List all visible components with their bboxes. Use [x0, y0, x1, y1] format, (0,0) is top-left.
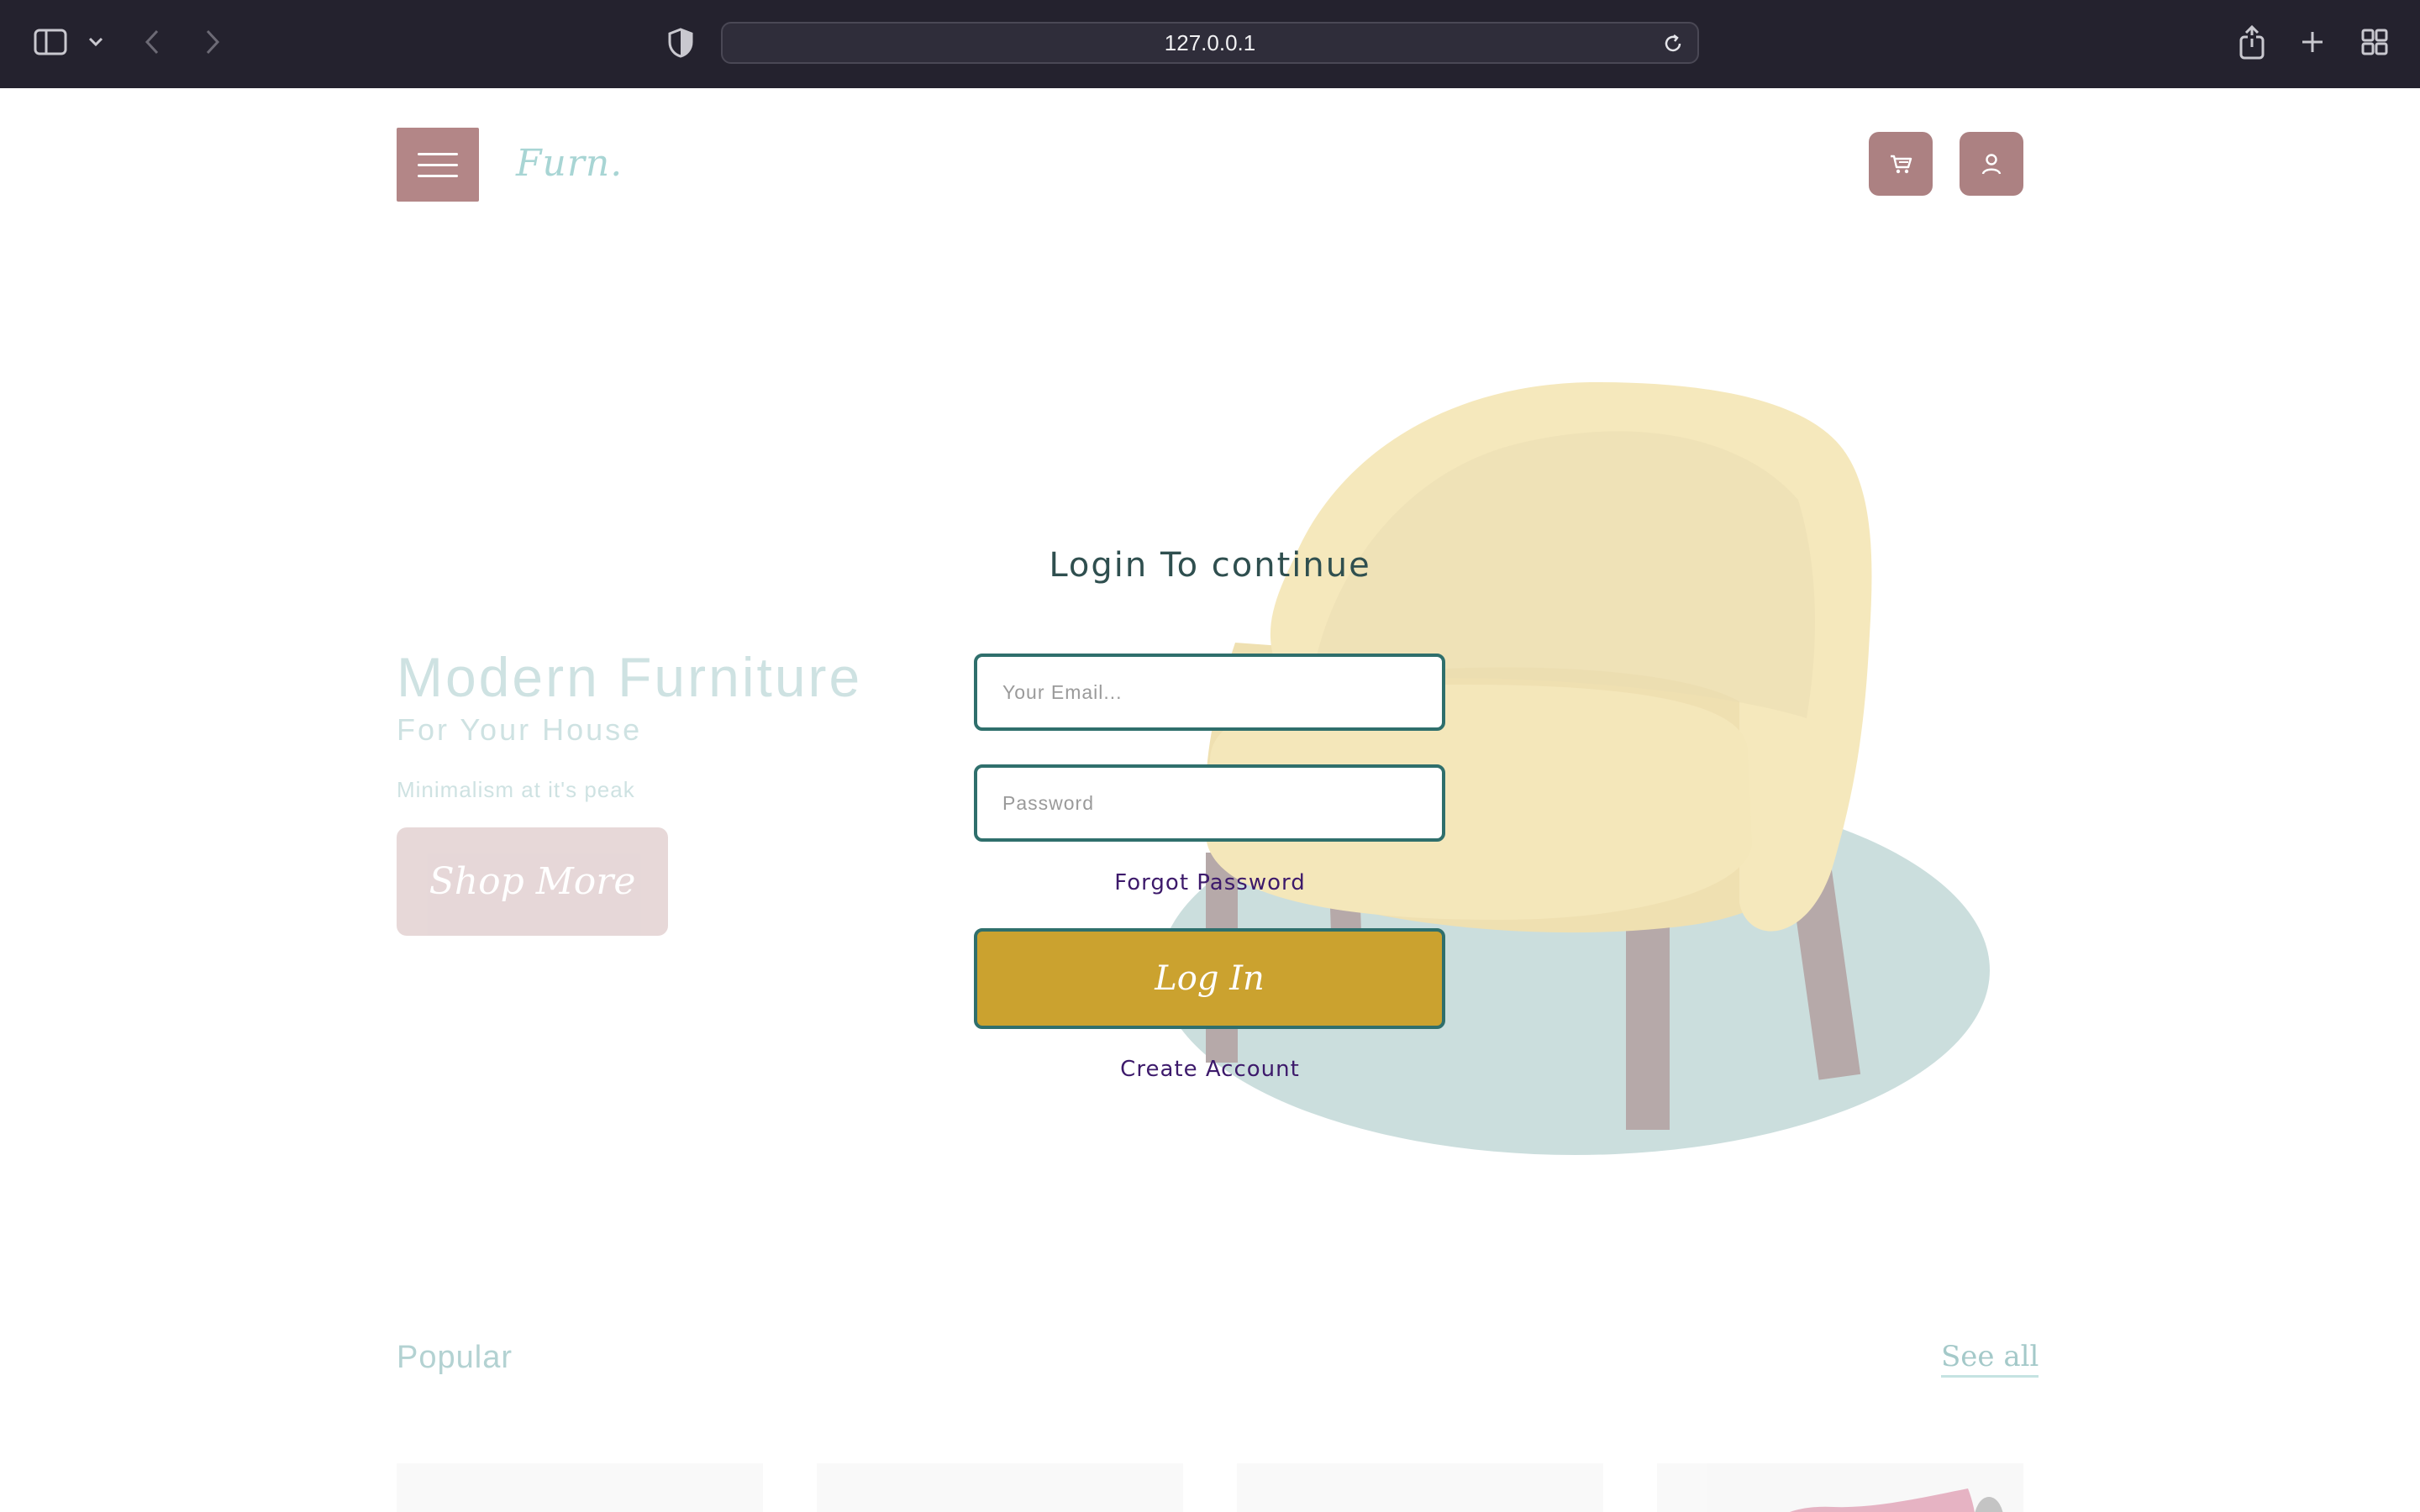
password-input[interactable]	[974, 764, 1445, 842]
email-input[interactable]	[974, 654, 1445, 731]
forgot-password-link[interactable]: Forgot Password	[975, 870, 1445, 895]
shop-more-button[interactable]: Shop More	[397, 827, 668, 936]
site-logo[interactable]: Furn.	[516, 130, 684, 197]
product-thumbnail-shape	[1790, 1488, 2003, 1512]
popular-heading: Popular	[397, 1340, 513, 1375]
privacy-shield-icon[interactable]	[664, 25, 697, 60]
product-card[interactable]	[397, 1463, 763, 1512]
back-arrow-icon[interactable]	[139, 25, 165, 59]
web-page: Furn. Modern Furniture For Your House Mi…	[0, 88, 2420, 1512]
account-button[interactable]	[1960, 132, 2023, 196]
forward-arrow-icon[interactable]	[200, 25, 225, 59]
product-card[interactable]	[817, 1463, 1183, 1512]
hero-tagline: Minimalism at it's peak	[397, 777, 635, 802]
login-button[interactable]: Log In	[974, 928, 1445, 1029]
menu-line-icon	[418, 153, 458, 155]
new-tab-icon[interactable]	[2296, 25, 2329, 59]
tab-overview-icon[interactable]	[2358, 25, 2391, 59]
chevron-down-icon[interactable]	[84, 30, 108, 54]
login-title: Login To continue	[1049, 546, 1371, 585]
product-card[interactable]	[1237, 1463, 1603, 1512]
create-account-link[interactable]: Create Account	[975, 1057, 1445, 1082]
product-card[interactable]	[1657, 1463, 2023, 1512]
hero-title: Modern Furniture	[397, 646, 863, 708]
browser-toolbar: 127.0.0.1	[0, 0, 2420, 88]
share-icon[interactable]	[2235, 22, 2269, 64]
hero-subtitle: For Your House	[397, 712, 643, 747]
cart-button[interactable]	[1869, 132, 1933, 196]
reload-icon[interactable]	[1660, 31, 1686, 56]
address-bar[interactable]: 127.0.0.1	[721, 22, 1699, 64]
cart-icon	[1891, 155, 1912, 174]
hamburger-menu-button[interactable]	[397, 128, 479, 202]
url-text: 127.0.0.1	[1164, 29, 1256, 55]
user-icon	[1981, 154, 2002, 175]
sidebar-toggle-icon[interactable]	[32, 27, 69, 57]
menu-line-icon	[418, 164, 458, 166]
menu-line-icon	[418, 175, 458, 177]
see-all-link[interactable]: See all	[1941, 1340, 2039, 1378]
